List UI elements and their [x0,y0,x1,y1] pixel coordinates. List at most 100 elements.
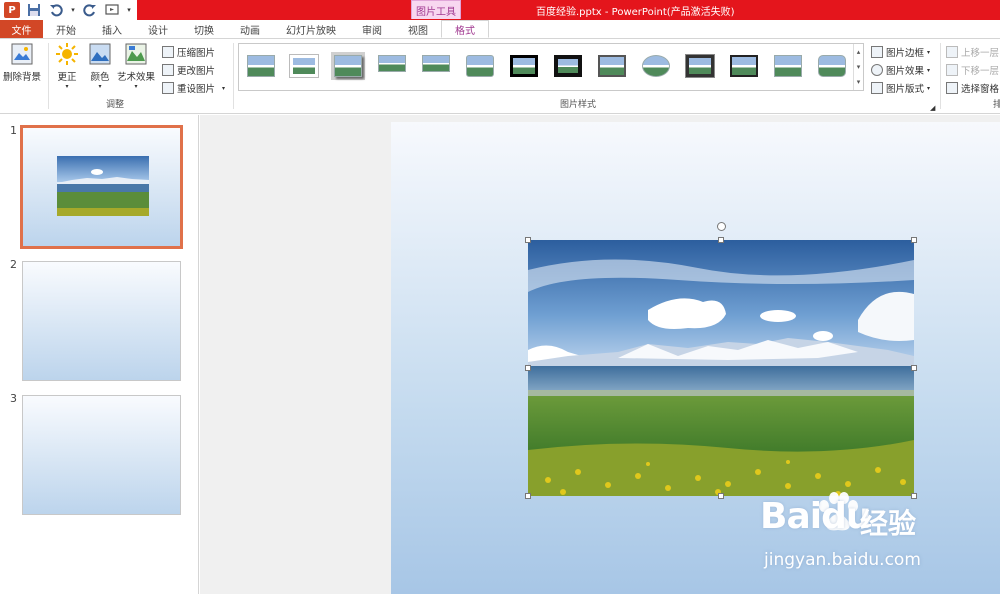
picture-style-reflected-soft[interactable] [419,52,453,80]
tab-slideshow[interactable]: 幻灯片放映 [273,20,349,38]
landscape-picture[interactable] [528,240,914,496]
ribbon-tabs: 文件 开始 插入 设计 切换 动画 幻灯片放映 审阅 视图 格式 [0,20,1000,38]
tab-animations[interactable]: 动画 [227,20,273,38]
send-backward-label: 下移一层 [961,66,1000,77]
corrections-button[interactable]: 更正 ▾ [55,42,79,90]
chevron-down-icon: ▾ [222,84,226,92]
compress-label: 压缩图片 [177,48,216,59]
picture-style-reflected[interactable] [375,52,409,80]
save-icon[interactable] [26,2,42,18]
resize-handle[interactable] [525,237,531,243]
resize-handle[interactable] [525,493,531,499]
separator [233,43,234,109]
redo-icon[interactable] [82,2,98,18]
tab-transitions[interactable]: 切换 [181,20,227,38]
dialog-launcher-icon[interactable]: ◢ [930,104,935,112]
picture-styles-group-label: 图片样式 [560,100,597,110]
start-from-beginning-icon[interactable] [104,2,120,18]
watermark-brand: Baidu [760,496,871,537]
slide-number: 3 [10,392,17,405]
picture-effects-icon [871,64,883,76]
picture-style-thick-black[interactable] [551,52,585,80]
bring-forward-icon [946,46,958,58]
quick-access-toolbar: P ▾ ▾ [0,0,132,20]
artistic-effects-icon [124,42,148,66]
picture-style-soft-edge[interactable] [463,52,497,80]
picture-layout-icon [871,82,883,94]
tab-home[interactable]: 开始 [43,20,89,38]
picture-styles-gallery: ▴ ▾ ▾ [238,43,864,91]
change-picture-button[interactable]: 更改图片 [162,63,215,77]
picture-effects-label: 图片效果 [886,66,925,77]
picture-style-black-frame[interactable] [507,52,541,80]
separator [48,43,49,109]
picture-border-button[interactable]: 图片边框 ▾ [871,45,930,59]
picture-style-shadow[interactable] [331,52,365,80]
reset-picture-button[interactable]: 重设图片 ▾ [162,81,225,95]
picture-effects-button[interactable]: 图片效果 ▾ [871,63,930,77]
slide-thumbnail-1[interactable] [20,125,183,249]
picture-border-label: 图片边框 [886,48,925,59]
picture-style-white-frame[interactable] [287,52,321,80]
powerpoint-logo-icon[interactable]: P [4,2,20,18]
color-button[interactable]: 颜色 ▾ [88,42,112,90]
selection-pane-button[interactable]: 选择窗格 [946,81,999,95]
picture-style-simple-frame[interactable] [244,52,278,80]
send-backward-button[interactable]: 下移一层 [946,63,999,77]
scroll-up-icon[interactable]: ▴ [857,48,861,56]
baidu-watermark: Baidu 经验 jingyan.baidu.com [750,490,1000,590]
slide-thumbnail-2[interactable] [22,261,181,381]
color-label: 颜色 [90,72,110,83]
tab-format[interactable]: 格式 [441,20,489,38]
tab-design[interactable]: 设计 [135,20,181,38]
slide-number: 2 [10,258,17,271]
artistic-effects-button[interactable]: 艺术效果 ▾ [117,42,155,90]
resize-handle[interactable] [718,237,724,243]
change-picture-label: 更改图片 [177,66,216,77]
remove-background-button[interactable]: 删除背景 [3,42,41,83]
tab-file[interactable]: 文件 [0,20,43,38]
undo-dropdown-icon[interactable]: ▾ [70,2,76,18]
picture-border-icon [871,46,883,58]
picture-style-perspective[interactable] [771,52,805,80]
change-picture-icon [162,64,174,76]
customize-qat-icon[interactable]: ▾ [126,2,132,18]
chevron-down-icon: ▾ [927,48,931,56]
chevron-down-icon: ▾ [65,83,69,90]
selection-pane-icon [946,82,958,94]
chevron-down-icon: ▾ [927,84,931,92]
gallery-scroll[interactable]: ▴ ▾ ▾ [853,44,863,90]
separator [940,43,941,109]
slide-thumbnails-panel: 1 2 3 [0,115,199,594]
tab-view[interactable]: 视图 [395,20,441,38]
slide-number: 1 [10,124,17,137]
compress-icon [162,46,174,58]
resize-handle[interactable] [718,493,724,499]
picture-style-oval[interactable] [639,52,673,80]
watermark-url: jingyan.baidu.com [764,550,921,570]
more-icon[interactable]: ▾ [857,78,861,86]
tab-insert[interactable]: 插入 [89,20,135,38]
slide-thumbnail-3[interactable] [22,395,181,515]
artistic-effects-label: 艺术效果 [117,72,156,83]
bring-forward-button[interactable]: 上移一层 [946,45,999,59]
thumbnail-landscape-image [57,156,149,216]
resize-handle[interactable] [911,365,917,371]
picture-style-dark-frame[interactable] [727,52,761,80]
adjust-group-label: 调整 [106,100,125,110]
picture-style-beveled[interactable] [595,52,629,80]
scroll-down-icon[interactable]: ▾ [857,63,861,71]
document-title: 百度经验.pptx - PowerPoint(产品激活失败) [536,7,735,18]
picture-style-rounded[interactable] [815,52,849,80]
remove-background-icon [10,42,34,66]
color-picture-icon [88,42,112,66]
sun-icon [55,42,79,66]
compress-pictures-button[interactable]: 压缩图片 [162,45,215,59]
tab-review[interactable]: 审阅 [349,20,395,38]
picture-style-metal-frame[interactable] [683,52,717,80]
resize-handle[interactable] [525,365,531,371]
picture-layout-button[interactable]: 图片版式 ▾ [871,81,930,95]
resize-handle[interactable] [911,237,917,243]
rotate-handle-icon[interactable] [717,222,726,231]
undo-icon[interactable] [48,2,64,18]
